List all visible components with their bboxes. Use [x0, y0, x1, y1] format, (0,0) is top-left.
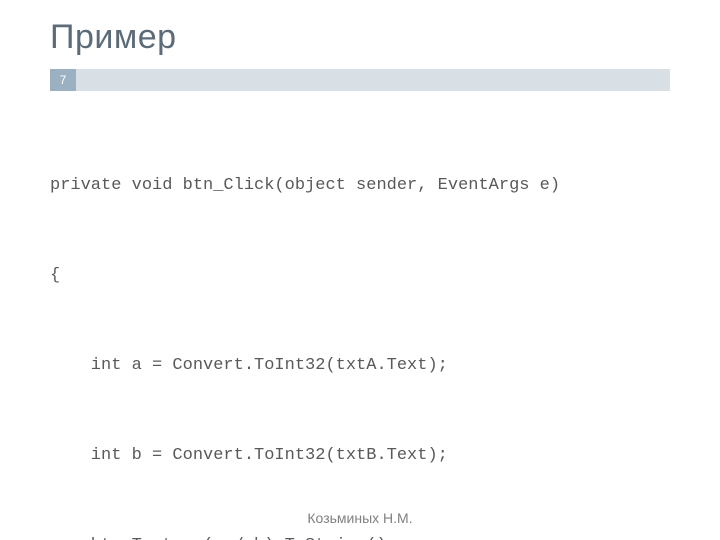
- code-line: int b = Convert.ToInt32(txtB.Text);: [50, 441, 670, 471]
- slide: Пример 7 private void btn_Click(object s…: [0, 0, 720, 540]
- slide-title: Пример: [0, 0, 720, 69]
- code-line: btn.Text = (a / b).ToString();: [50, 531, 670, 540]
- code-line: private void btn_Click(object sender, Ev…: [50, 171, 670, 201]
- slide-footer-author: Козьминых Н.М.: [0, 510, 720, 526]
- title-separator-bar: 7: [50, 69, 670, 91]
- page-number-badge: 7: [50, 69, 76, 91]
- code-line: int a = Convert.ToInt32(txtA.Text);: [50, 351, 670, 381]
- code-line: {: [50, 261, 670, 291]
- code-block: private void btn_Click(object sender, Ev…: [0, 107, 720, 540]
